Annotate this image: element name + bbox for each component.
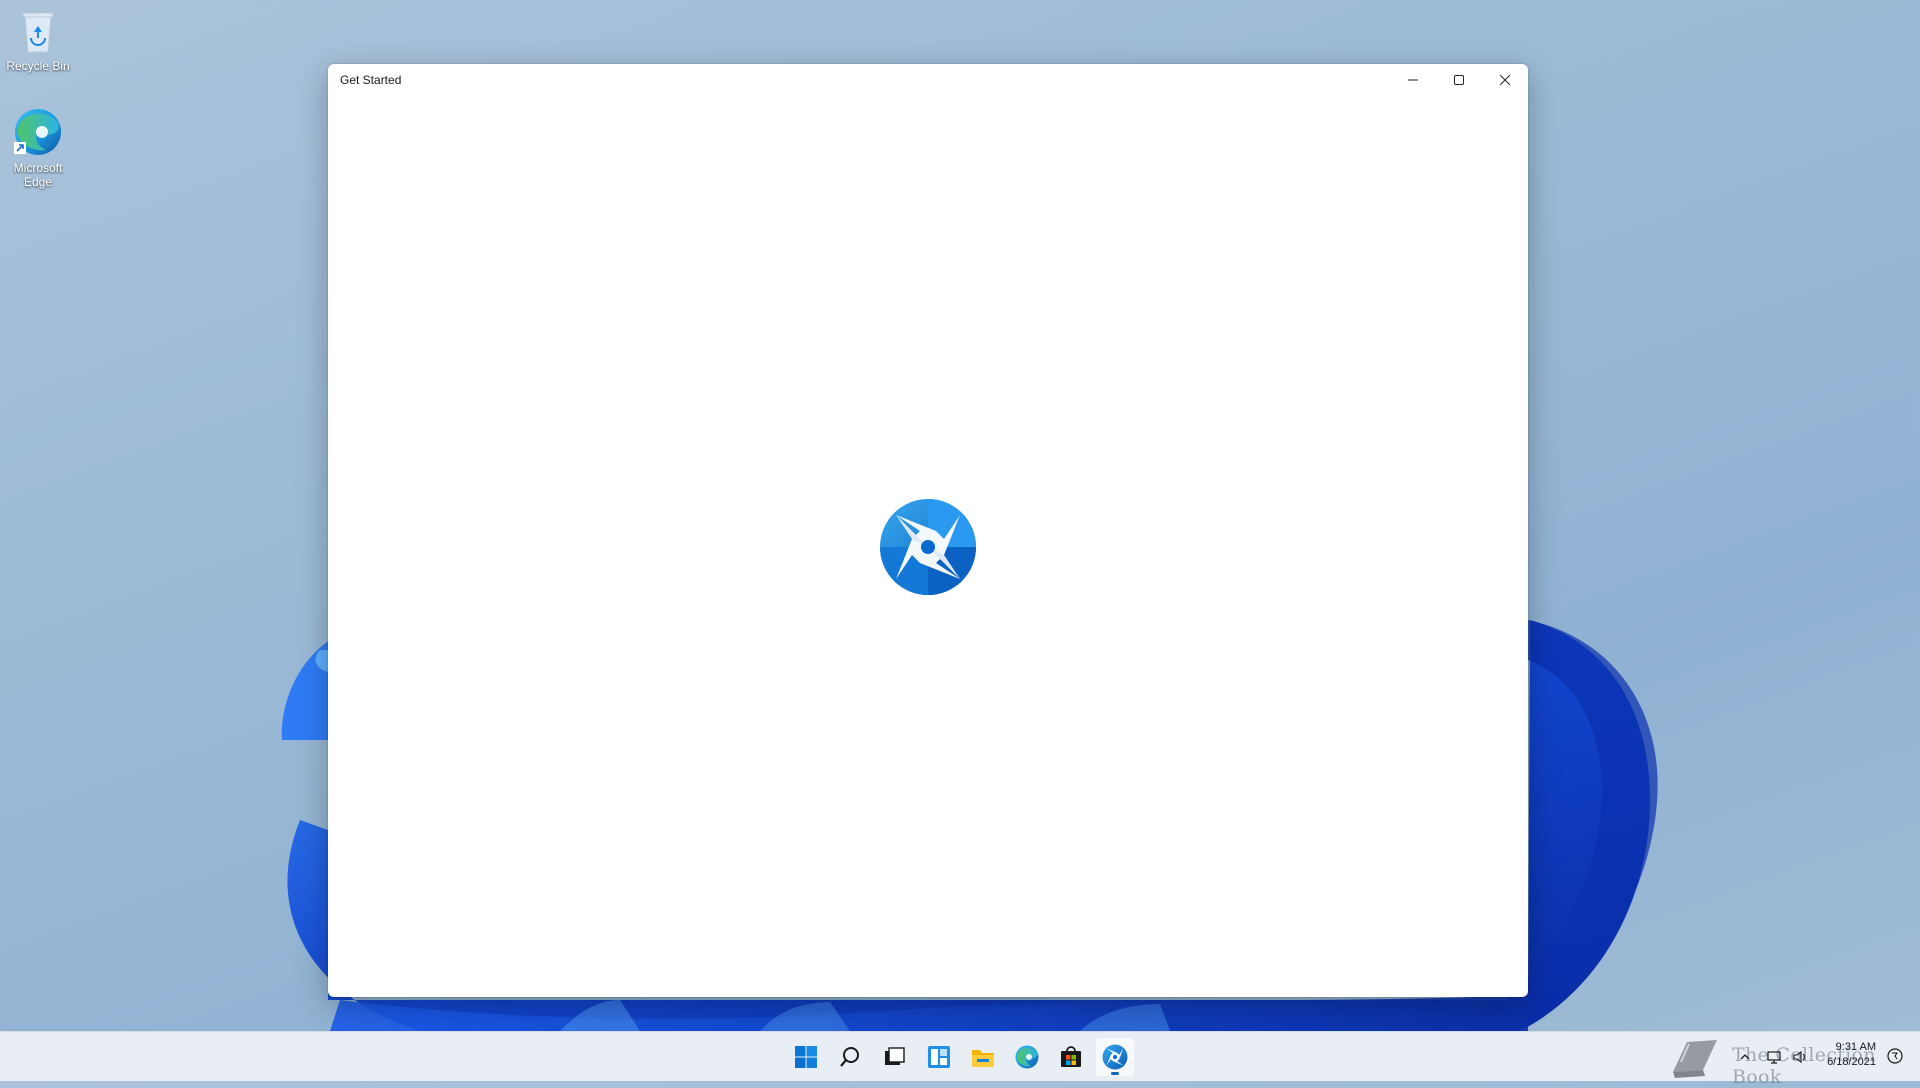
get-started-logo-icon bbox=[880, 499, 976, 595]
store-icon bbox=[1061, 1046, 1081, 1067]
desktop-icon-label: Recycle Bin bbox=[6, 59, 70, 73]
taskbar-store-button[interactable] bbox=[1052, 1038, 1090, 1076]
window-titlebar[interactable]: Get Started bbox=[328, 64, 1528, 96]
clock-date: 6/18/2021 bbox=[1827, 1056, 1876, 1068]
taskbar-start-button[interactable] bbox=[787, 1038, 825, 1076]
search-icon bbox=[840, 1047, 859, 1067]
active-app-indicator bbox=[1111, 1072, 1119, 1075]
taskbar-get-started-button[interactable] bbox=[1096, 1038, 1134, 1076]
taskbar-edge-button[interactable] bbox=[1008, 1038, 1046, 1076]
book-watermark-icon bbox=[1673, 1040, 1717, 1078]
chevron-up-icon[interactable] bbox=[1738, 1050, 1752, 1064]
taskbar-search-button[interactable] bbox=[831, 1038, 869, 1076]
taskbar: The Collection Book 9:31 AM 6/18/2021 bbox=[0, 1031, 1920, 1088]
minimize-button[interactable] bbox=[1390, 64, 1436, 96]
edge-icon bbox=[14, 109, 61, 155]
clock-time: 9:31 AM bbox=[1835, 1041, 1876, 1053]
window-title: Get Started bbox=[340, 73, 402, 87]
taskbar-clock[interactable]: 9:31 AM 6/18/2021 bbox=[1827, 1040, 1876, 1070]
system-tray[interactable] bbox=[1738, 1032, 1808, 1081]
maximize-button[interactable] bbox=[1436, 64, 1482, 96]
close-button[interactable] bbox=[1482, 64, 1528, 96]
network-icon[interactable] bbox=[1766, 1049, 1782, 1065]
minimize-icon bbox=[1408, 79, 1418, 81]
taskbar-widgets-button[interactable] bbox=[920, 1038, 958, 1076]
task-view-icon bbox=[885, 1047, 905, 1065]
get-started-icon bbox=[1102, 1044, 1128, 1070]
volume-icon[interactable] bbox=[1792, 1049, 1808, 1065]
desktop-icon-microsoft-edge[interactable]: Microsoft Edge bbox=[0, 106, 76, 189]
recycle-bin-icon bbox=[22, 12, 54, 53]
close-icon bbox=[1499, 74, 1511, 86]
notification-icon[interactable] bbox=[1886, 1047, 1904, 1065]
maximize-icon bbox=[1454, 75, 1464, 85]
desktop-icon-recycle-bin[interactable]: Recycle Bin bbox=[0, 8, 76, 73]
file-explorer-icon bbox=[972, 1050, 994, 1067]
taskbar-task-view-button[interactable] bbox=[875, 1038, 913, 1076]
taskbar-file-explorer-button[interactable] bbox=[964, 1038, 1002, 1076]
widgets-icon bbox=[928, 1046, 950, 1068]
edge-icon bbox=[1015, 1045, 1039, 1069]
start-windows-icon bbox=[795, 1046, 817, 1068]
desktop-icon-label: Microsoft Edge bbox=[13, 161, 63, 189]
get-started-window[interactable]: Get Started bbox=[328, 64, 1528, 997]
